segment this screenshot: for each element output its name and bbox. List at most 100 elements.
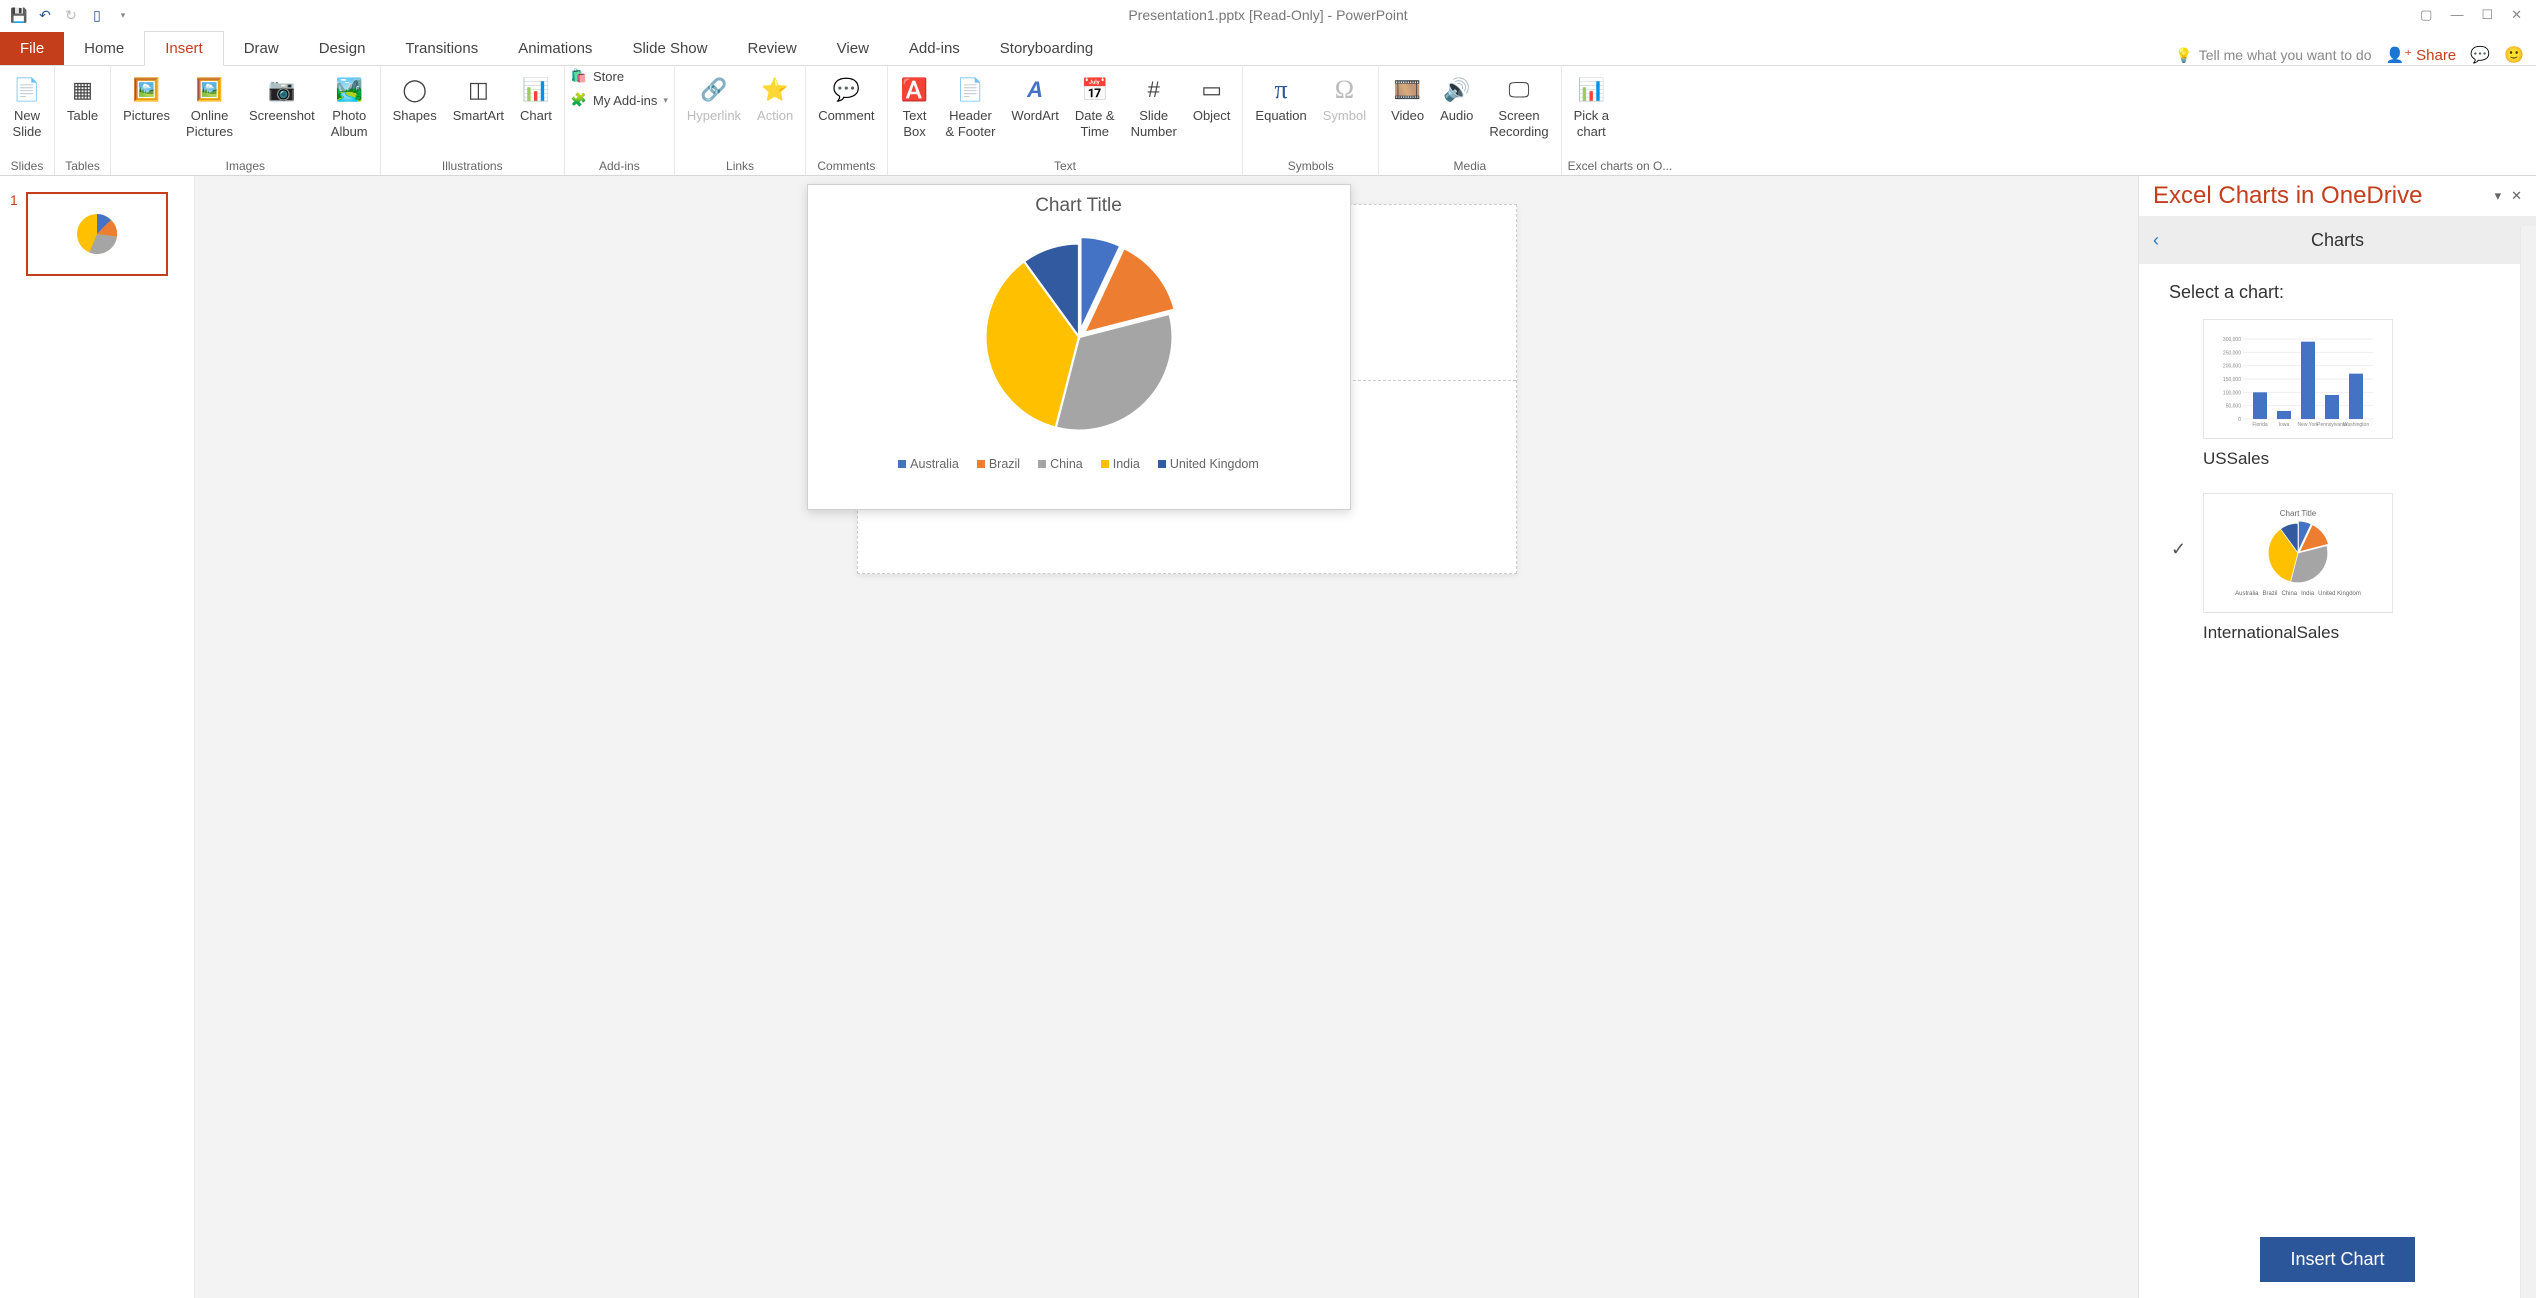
back-chevron-icon[interactable]: ‹ — [2153, 230, 2159, 251]
group-label-images: Images — [117, 159, 374, 175]
save-icon[interactable]: 💾 — [10, 6, 28, 24]
tab-storyboarding[interactable]: Storyboarding — [980, 32, 1113, 65]
pictures-button[interactable]: 🖼️Pictures — [117, 68, 176, 128]
textbox-icon: 🅰️ — [901, 72, 928, 108]
table-icon: ▦ — [72, 72, 93, 108]
group-label-slides: Slides — [6, 159, 48, 175]
myaddins-icon: 🧩 — [571, 92, 587, 108]
date-time-button[interactable]: 📅Date & Time — [1069, 68, 1121, 143]
chart-icon: 📊 — [522, 72, 549, 108]
close-icon[interactable]: ✕ — [2511, 7, 2522, 23]
header-footer-button[interactable]: 📄Header & Footer — [940, 68, 1002, 143]
wordart-icon: A — [1027, 72, 1043, 108]
tab-view[interactable]: View — [817, 32, 889, 65]
tab-review[interactable]: Review — [727, 32, 816, 65]
tell-me-search[interactable]: 💡 Tell me what you want to do — [2175, 47, 2371, 64]
group-label-addins: Add-ins — [571, 159, 668, 175]
slide-number-button[interactable]: #Slide Number — [1125, 68, 1183, 143]
minimize-icon[interactable]: — — [2450, 7, 2463, 23]
workspace: 1 Chart Title Australia Brazil China Ind… — [0, 176, 2536, 1298]
feedback-icon[interactable]: 💬 — [2470, 45, 2490, 65]
chart-option-ussales[interactable]: 050,000100,000150,000200,000250,000300,0… — [2169, 319, 2506, 469]
hyperlink-icon: 🔗 — [700, 72, 727, 108]
tab-animations[interactable]: Animations — [498, 32, 612, 65]
slide-editor[interactable]: Chart Title Australia Brazil China India… — [195, 176, 2138, 1298]
internationalsales-thumbnail: Chart Title Australia Brazil China India… — [2203, 493, 2393, 613]
insert-chart-button[interactable]: Insert Chart — [2260, 1237, 2414, 1282]
chart-object[interactable]: Chart Title Australia Brazil China India… — [807, 184, 1351, 510]
window-title: Presentation1.pptx [Read-Only] - PowerPo… — [1128, 7, 1407, 23]
my-addins-button[interactable]: 🧩My Add-ins ▾ — [571, 92, 668, 108]
tab-file[interactable]: File — [0, 32, 64, 65]
symbol-button[interactable]: ΩSymbol — [1317, 68, 1372, 128]
shapes-button[interactable]: ◯Shapes — [387, 68, 443, 128]
chart-legend: Australia Brazil China India United King… — [808, 447, 1350, 481]
new-slide-icon: 📄 — [13, 72, 40, 108]
screen-recording-button[interactable]: 🖵Screen Recording — [1483, 68, 1554, 143]
screenrec-icon: 🖵 — [1508, 72, 1529, 108]
comment-button[interactable]: 💬Comment — [812, 68, 880, 128]
taskpane-scrollbar[interactable] — [2520, 226, 2536, 1298]
share-icon: 👤⁺ — [2386, 46, 2413, 64]
pictures-icon: 🖼️ — [133, 72, 160, 108]
equation-icon: π — [1275, 72, 1288, 108]
object-icon: ▭ — [1201, 72, 1222, 108]
group-label-symbols: Symbols — [1249, 159, 1372, 175]
shapes-icon: ◯ — [402, 72, 427, 108]
tab-addins[interactable]: Add-ins — [889, 32, 980, 65]
taskpane-dropdown-icon[interactable]: ▾ — [2495, 188, 2502, 204]
qat-dropdown-icon[interactable]: ▾ — [114, 6, 132, 24]
tab-design[interactable]: Design — [299, 32, 386, 65]
tab-slideshow[interactable]: Slide Show — [612, 32, 727, 65]
hyperlink-button[interactable]: 🔗Hyperlink — [681, 68, 747, 128]
audio-button[interactable]: 🔊Audio — [1434, 68, 1479, 128]
svg-text:New York: New York — [2297, 422, 2319, 428]
slide-thumbnail-1[interactable] — [26, 192, 168, 276]
internationalsales-label: InternationalSales — [2203, 623, 2506, 643]
taskpane-close-icon[interactable]: ✕ — [2511, 188, 2522, 204]
tab-draw[interactable]: Draw — [224, 32, 299, 65]
ribbon: 📄 New Slide Slides ▦ Table Tables 🖼️Pict… — [0, 66, 2536, 176]
tab-home[interactable]: Home — [64, 32, 144, 65]
group-label-text: Text — [894, 159, 1237, 175]
pick-chart-button[interactable]: 📊Pick a chart — [1568, 68, 1615, 143]
share-button[interactable]: 👤⁺ Share — [2386, 46, 2457, 64]
smiley-icon[interactable]: 🙂 — [2504, 45, 2524, 65]
object-button[interactable]: ▭Object — [1187, 68, 1237, 128]
video-button[interactable]: 🎞️Video — [1385, 68, 1430, 128]
screenshot-button[interactable]: 📷Screenshot — [243, 68, 321, 128]
equation-button[interactable]: πEquation — [1249, 68, 1312, 128]
start-from-beginning-icon[interactable]: ▯ — [88, 6, 106, 24]
store-button[interactable]: 🛍️Store — [571, 68, 668, 84]
undo-icon[interactable]: ↶ — [36, 6, 54, 24]
action-button[interactable]: ⭐Action — [751, 68, 799, 128]
tab-transitions[interactable]: Transitions — [385, 32, 498, 65]
redo-icon[interactable]: ↻ — [62, 6, 80, 24]
datetime-icon: 📅 — [1081, 72, 1108, 108]
wordart-button[interactable]: AWordArt — [1005, 68, 1064, 128]
chart-option-internationalsales[interactable]: Chart Title Australia Brazil China India… — [2169, 493, 2506, 643]
smartart-button[interactable]: ◫SmartArt — [447, 68, 510, 128]
ribbon-display-icon[interactable]: ▢ — [2420, 7, 2432, 23]
svg-text:Iowa: Iowa — [2279, 422, 2290, 428]
screenshot-icon: 📷 — [268, 72, 295, 108]
tab-insert[interactable]: Insert — [144, 31, 224, 66]
text-box-button[interactable]: 🅰️Text Box — [894, 68, 936, 143]
group-label-illustrations: Illustrations — [387, 159, 558, 175]
taskpane-title: Excel Charts in OneDrive — [2153, 182, 2422, 210]
comment-icon: 💬 — [833, 72, 860, 108]
online-pictures-button[interactable]: 🖼️Online Pictures — [180, 68, 239, 143]
table-button[interactable]: ▦ Table — [61, 68, 104, 128]
group-label-tables: Tables — [61, 159, 104, 175]
chart-button[interactable]: 📊Chart — [514, 68, 558, 128]
pickchart-icon: 📊 — [1578, 72, 1605, 108]
photo-album-button[interactable]: 🏞️Photo Album — [325, 68, 374, 143]
slidenumber-icon: # — [1148, 72, 1160, 108]
action-icon: ⭐ — [761, 72, 788, 108]
maximize-icon[interactable]: ☐ — [2481, 7, 2493, 23]
share-label: Share — [2416, 47, 2456, 64]
thumbnail-pie-icon — [62, 209, 132, 259]
photo-album-icon: 🏞️ — [336, 72, 363, 108]
new-slide-button[interactable]: 📄 New Slide — [6, 68, 48, 143]
slide-thumbnail-panel[interactable]: 1 — [0, 176, 195, 1298]
